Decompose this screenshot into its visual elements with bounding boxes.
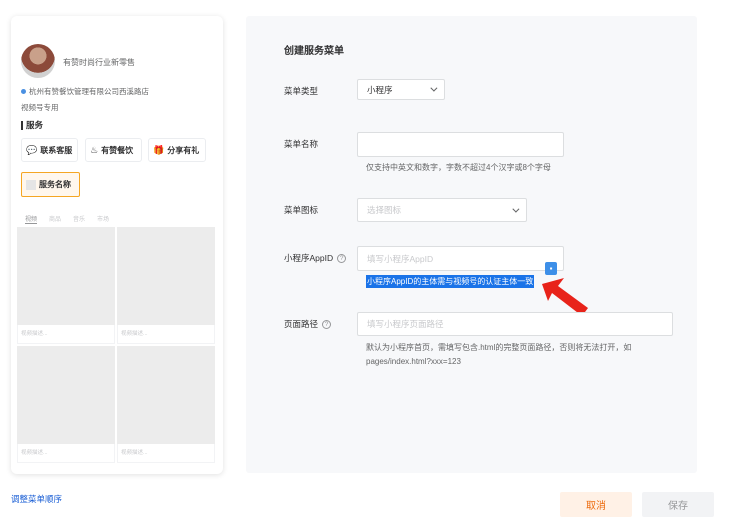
help-icon[interactable]: ? — [322, 319, 332, 329]
video-card[interactable]: 视频描述... — [117, 227, 215, 344]
tab-products[interactable]: 商品 — [49, 214, 61, 224]
menu-icon-select[interactable]: 选择图标 — [357, 198, 527, 222]
location-pin-icon — [21, 89, 26, 94]
video-thumbnail — [117, 346, 215, 444]
page-path-hint: 默认为小程序首页，需填写包含.html的完整页面路径，否则将无法打开，如 pag… — [366, 343, 632, 366]
placeholder-icon — [26, 179, 36, 190]
service-button-catering[interactable]: ♨ 有赞餐饮 — [85, 138, 142, 162]
video-thumbnail — [117, 227, 215, 325]
video-caption: 视频描述... — [17, 444, 115, 463]
appid-placeholder: 填写小程序AppID — [367, 253, 434, 264]
shop-avatar — [21, 44, 55, 78]
chat-icon: 💬 — [26, 144, 38, 155]
menu-type-select[interactable]: 小程序 — [357, 79, 445, 100]
video-card[interactable]: 视频描述... — [17, 227, 115, 344]
menu-icon-label: 菜单图标 — [284, 205, 319, 215]
chevron-down-icon — [430, 84, 438, 92]
tab-music[interactable]: 音乐 — [73, 214, 85, 224]
menu-name-label: 菜单名称 — [284, 139, 319, 149]
chevron-down-icon — [512, 205, 520, 213]
tab-video[interactable]: 视频 — [25, 214, 38, 224]
create-menu-panel: 创建服务菜单 菜单类型 小程序 菜单名称 仅支持中英文和数字，字数不超过4个汉字… — [246, 16, 697, 473]
reorder-menu-link[interactable]: 调整菜单顺序 — [11, 493, 62, 505]
chef-hat-icon: ♨ — [90, 144, 99, 155]
phone-preview: 有赞时尚行业新零售 杭州有赞餐饮管理有限公司西溪路店 视频号专用 服务 💬 联系… — [11, 16, 223, 474]
page-path-label: 页面路径 ? — [284, 318, 332, 330]
appid-input[interactable]: 填写小程序AppID — [357, 246, 564, 271]
gift-icon: 🎁 — [153, 144, 165, 155]
services-title: 服务 — [21, 121, 43, 130]
shop-address-sub: 视频号专用 — [21, 103, 59, 112]
tab-market[interactable]: 市场 — [97, 214, 109, 224]
service-button-share-gift[interactable]: 🎁 分享有礼 — [148, 138, 206, 162]
shop-address-text: 杭州有赞餐饮管理有限公司西溪路店 — [29, 87, 149, 96]
shop-name: 有赞时尚行业新零售 — [63, 58, 135, 67]
help-icon[interactable]: ? — [337, 253, 347, 263]
save-button[interactable]: 保存 — [642, 492, 714, 517]
video-thumbnail — [17, 346, 115, 444]
preview-tabs: 视频 商品 音乐 市场 — [25, 214, 109, 224]
service-button-contact[interactable]: 💬 联系客服 — [21, 138, 78, 162]
video-thumbnail — [17, 227, 115, 325]
menu-icon-placeholder: 选择图标 — [367, 205, 402, 215]
menu-name-hint: 仅支持中英文和数字，字数不超过4个汉字或8个字母 — [366, 163, 551, 172]
shop-address: 杭州有赞餐饮管理有限公司西溪路店 — [21, 86, 149, 97]
video-caption: 视频描述... — [17, 325, 115, 344]
menu-type-value: 小程序 — [367, 84, 393, 95]
video-caption: 视频描述... — [117, 444, 215, 463]
menu-name-input[interactable] — [357, 132, 564, 157]
cancel-button[interactable]: 取消 — [560, 492, 632, 517]
appid-label: 小程序AppID ? — [284, 252, 347, 264]
menu-type-label: 菜单类型 — [284, 86, 319, 96]
page-path-placeholder: 填写小程序页面路径 — [367, 319, 444, 329]
video-caption: 视频描述... — [117, 325, 215, 344]
video-card[interactable]: 视频描述... — [117, 346, 215, 463]
page-path-input[interactable]: 填写小程序页面路径 — [357, 312, 673, 336]
appid-hint-selected: 小程序AppID的主体需与视频号的认证主体一致 — [366, 275, 535, 288]
video-card[interactable]: 视频描述... — [17, 346, 115, 463]
new-service-preview[interactable]: 服务名称 — [21, 172, 80, 197]
clipboard-icon[interactable]: ▪ — [545, 262, 557, 275]
panel-title: 创建服务菜单 — [284, 46, 344, 57]
